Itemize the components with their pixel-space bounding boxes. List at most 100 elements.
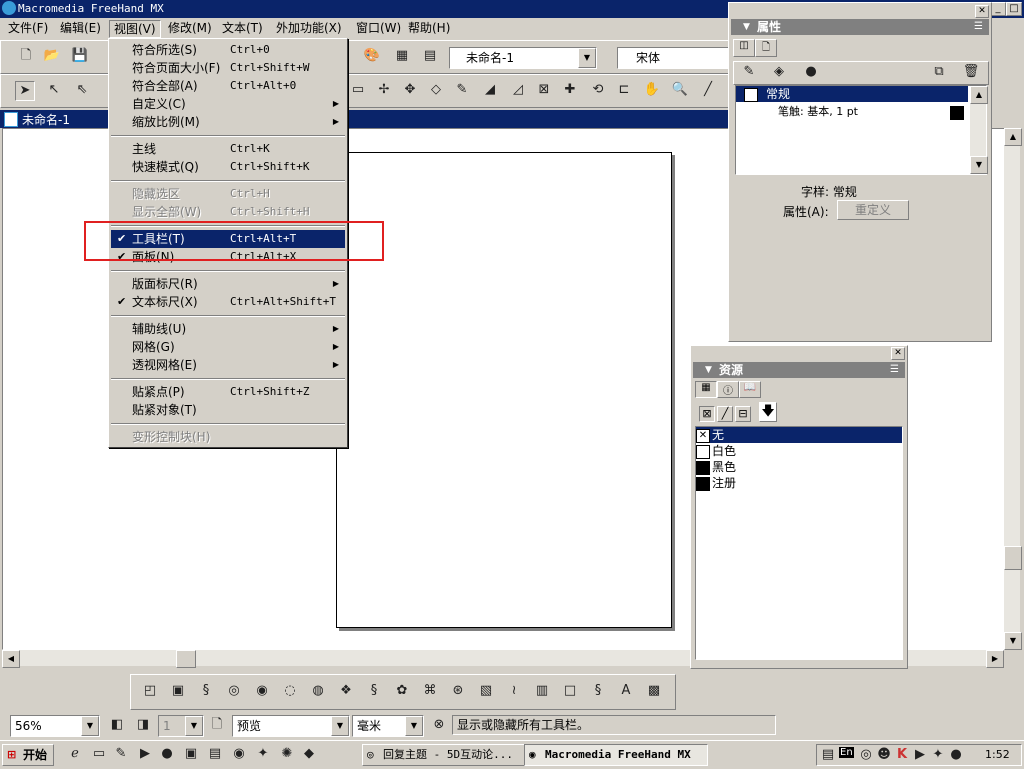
tab-document[interactable]: 🗋	[755, 39, 777, 57]
reflect-tool-icon[interactable]: ⊠	[535, 81, 553, 99]
menu-window[interactable]: 窗口(W)	[352, 20, 405, 36]
eraser-tool-icon[interactable]: ◇	[427, 81, 445, 99]
lasso-tool-icon[interactable]: ⇖	[73, 81, 91, 99]
none-swatch-button[interactable]: ⊠	[699, 406, 715, 422]
emboss-icon[interactable]: ⊛	[449, 682, 467, 700]
menu-item-perspective-grid[interactable]: 透视网格(E) ▶	[111, 356, 345, 374]
chevron-down-icon[interactable]: ▼	[185, 716, 203, 736]
menu-item-snap-to-point[interactable]: 贴紧点(P) Ctrl+Shift+Z	[111, 383, 345, 401]
dreamweaver-launch-icon[interactable]: ◆	[300, 745, 318, 763]
menu-item-fast-mode[interactable]: 快速模式(Q) Ctrl+Shift+K	[111, 158, 345, 176]
quicklaunch-icon[interactable]: ✎	[112, 745, 130, 763]
list-item-stroke[interactable]: 笔触: 基本, 1 pt	[736, 104, 968, 120]
scroll-left-button[interactable]: ◀	[2, 650, 20, 668]
rectangle-tool-icon[interactable]: ▭	[349, 81, 367, 99]
hand-tool-icon[interactable]: ✋	[643, 81, 661, 99]
panel-menu-icon[interactable]: ☰	[890, 362, 899, 378]
scale-tool-icon[interactable]: ◢	[481, 81, 499, 99]
swatch-item-black[interactable]: 黑色	[696, 459, 902, 475]
maximize-button[interactable]: □	[1006, 2, 1022, 16]
menu-item-custom[interactable]: 自定义(C) ▶	[111, 95, 345, 113]
menu-modify[interactable]: 修改(M)	[164, 20, 216, 36]
chevron-down-icon[interactable]: ▼	[81, 716, 99, 736]
smudge-icon[interactable]: §	[365, 682, 383, 700]
security-icon[interactable]: ✦	[929, 746, 947, 764]
menu-item-magnification[interactable]: 缩放比例(M) ▶	[111, 113, 345, 131]
connector-tool-icon[interactable]: ⊏	[615, 81, 633, 99]
fireworks-launch-icon[interactable]: ✺	[278, 745, 296, 763]
tab-swatches[interactable]: ▦	[695, 381, 717, 398]
duplicate-icon[interactable]: ⧉	[930, 63, 948, 81]
preview-mode-select[interactable]: 预览 ▼	[232, 715, 350, 737]
text-effect-icon[interactable]: A	[617, 682, 635, 700]
list-item-general[interactable]: 常规	[736, 86, 968, 102]
menu-item-snap-to-object[interactable]: 贴紧对象(T)	[111, 401, 345, 419]
trash-icon[interactable]: 🗑	[962, 63, 980, 81]
gradient-icon[interactable]: ▧	[477, 682, 495, 700]
bend-icon[interactable]: §	[589, 682, 607, 700]
ie-icon[interactable]: ℯ	[66, 745, 84, 763]
collapse-arrow-icon[interactable]: ▼	[705, 362, 712, 378]
network-icon[interactable]: ▤	[819, 746, 837, 764]
stroke-selector-button[interactable]: ╱	[717, 406, 733, 422]
add-effect-icon[interactable]: ●	[802, 63, 820, 81]
line-tool-icon[interactable]: ╱	[699, 81, 717, 99]
horizontal-scroll-thumb[interactable]	[176, 650, 196, 668]
flash-launch-icon[interactable]: ✦	[254, 745, 272, 763]
scroll-right-button[interactable]: ▶	[986, 650, 1004, 668]
subselect-tool-icon[interactable]: ↖	[45, 81, 63, 99]
chevron-down-icon[interactable]: ▼	[331, 716, 349, 736]
minimize-button[interactable]: _	[990, 2, 1006, 16]
scroll-down-button[interactable]: ▼	[970, 156, 988, 174]
cancel-icon[interactable]: ⊗	[430, 716, 448, 734]
swatch-item-white[interactable]: 白色	[696, 443, 902, 459]
rotate-tool-icon[interactable]: ⟲	[589, 81, 607, 99]
properties-list-scrollbar[interactable]: ▲ ▼	[970, 86, 988, 174]
photo-icon[interactable]: ▤	[206, 745, 224, 763]
add-page-icon[interactable]: 🗋	[208, 716, 226, 734]
app-launcher-icon[interactable]: ▣	[182, 745, 200, 763]
font-select[interactable]: 宋体	[617, 47, 729, 69]
document-select[interactable]: 未命名-1 ▼	[449, 47, 597, 69]
previous-page-icon[interactable]: ◧	[108, 716, 126, 734]
swatch-item-registration[interactable]: 注册	[696, 475, 902, 491]
start-button[interactable]: ⊞ 开始	[2, 744, 54, 766]
shadow-icon[interactable]: ≀	[505, 682, 523, 700]
menu-item-fit-selection[interactable]: 符合所选(S) Ctrl+0	[111, 41, 345, 59]
freehand-launch-icon[interactable]: ◉	[230, 745, 248, 763]
input-method-icon[interactable]: ▶	[911, 746, 929, 764]
menu-item-grid[interactable]: 网格(G) ▶	[111, 338, 345, 356]
crop-icon[interactable]: ◍	[309, 682, 327, 700]
zoom-select[interactable]: 56% ▼	[10, 715, 100, 737]
layers-icon[interactable]: ▤	[421, 47, 439, 65]
chevron-down-icon[interactable]: ▼	[578, 48, 596, 68]
tab-library[interactable]: 📖	[739, 381, 761, 398]
desktop-icon[interactable]: ▭	[90, 745, 108, 763]
arc-tool-icon[interactable]: ◰	[141, 682, 159, 700]
menu-xtras[interactable]: 外加功能(X)	[272, 20, 346, 36]
panel-menu-icon[interactable]: ☰	[974, 19, 983, 35]
transform-tool-icon[interactable]: ✥	[401, 81, 419, 99]
scroll-up-button[interactable]: ▲	[970, 86, 988, 104]
eraser-icon[interactable]: ▩	[645, 682, 663, 700]
fisheye-icon[interactable]: ⌘	[421, 682, 439, 700]
save-icon[interactable]: 💾	[71, 47, 89, 65]
menu-item-fit-page[interactable]: 符合页面大小(F) Ctrl+Shift+W	[111, 59, 345, 77]
frame-tool-icon[interactable]: ▣	[169, 682, 187, 700]
menu-item-text-rulers[interactable]: ✔ 文本标尺(X) Ctrl+Alt+Shift+T	[111, 293, 345, 311]
menu-edit[interactable]: 编辑(E)	[56, 20, 105, 36]
next-page-icon[interactable]: ◨	[134, 716, 152, 734]
task-button-forum[interactable]: ◎ 回复主题 - 5D互动论...	[362, 744, 542, 766]
antivirus-icon[interactable]: ☻	[875, 746, 893, 764]
spiral-tool-icon[interactable]: §	[197, 682, 215, 700]
skew-tool-icon[interactable]: ◿	[509, 81, 527, 99]
redefine-button[interactable]: 重定义	[837, 200, 909, 220]
menu-item-keyline[interactable]: 主线 Ctrl+K	[111, 140, 345, 158]
menu-file[interactable]: 文件(F)	[4, 20, 52, 36]
menu-view[interactable]: 视图(V)	[109, 20, 161, 38]
fill-selector-button[interactable]: ⊟	[735, 406, 751, 422]
tab-object[interactable]: ◫	[733, 39, 755, 57]
properties-panel-header[interactable]: ▼ 属性 ☰	[731, 19, 989, 35]
roughen-icon[interactable]: ✿	[393, 682, 411, 700]
assets-panel-header[interactable]: ▼ 资源 ☰	[693, 362, 905, 378]
